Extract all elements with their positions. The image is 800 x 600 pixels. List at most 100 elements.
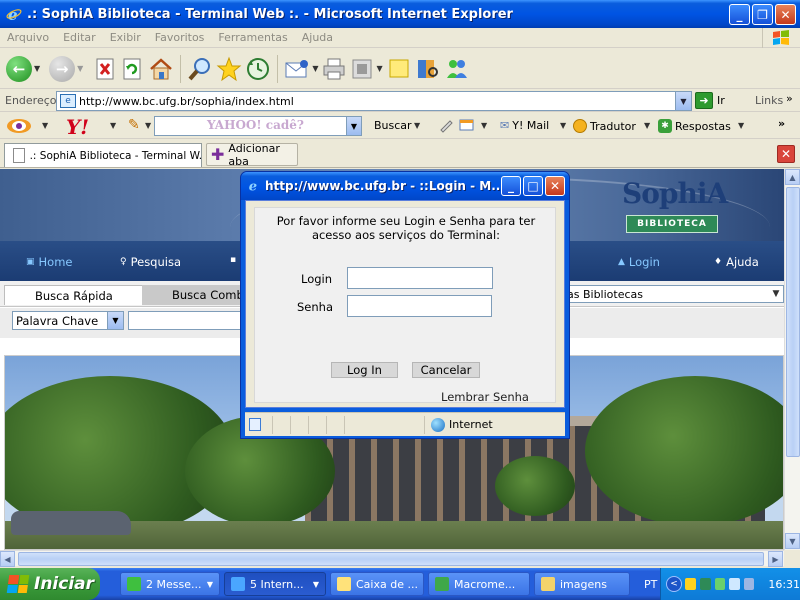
restore-button[interactable]: ❐ bbox=[752, 4, 773, 25]
task-imagens[interactable]: imagens bbox=[534, 572, 630, 596]
tray-icon-5[interactable] bbox=[743, 578, 755, 590]
login-button[interactable]: Log In bbox=[331, 362, 398, 378]
language-bar-icon[interactable]: < bbox=[666, 576, 682, 592]
browser-title-bar[interactable]: e .: SophiA Biblioteca - Terminal Web :.… bbox=[0, 0, 800, 28]
popup-title-bar[interactable]: e http://www.bc.ufg.br - ::Login - M... … bbox=[241, 172, 569, 200]
respostas-button[interactable]: ✱ Respostas bbox=[658, 119, 731, 133]
forward-button[interactable]: → ▼ bbox=[49, 52, 83, 86]
libraries-select[interactable]: as Bibliotecas ▼ bbox=[556, 285, 784, 303]
tradutor-dropdown-icon[interactable]: ▼ bbox=[644, 121, 650, 130]
stop-button[interactable] bbox=[94, 52, 118, 86]
messenger-icon bbox=[127, 577, 141, 591]
start-button[interactable]: Iniciar bbox=[0, 568, 100, 600]
task-dropdown-icon: ▼ bbox=[206, 579, 213, 589]
pencil-tool-icon[interactable] bbox=[438, 117, 454, 133]
scroll-down-icon[interactable]: ▼ bbox=[785, 533, 800, 549]
edit-dropdown-icon[interactable]: ▼ bbox=[376, 64, 382, 73]
popup-maximize-button[interactable]: □ bbox=[523, 176, 543, 196]
home-button[interactable] bbox=[148, 52, 174, 86]
forward-dropdown-icon[interactable]: ▼ bbox=[77, 64, 83, 73]
yahoo-chevron-icon[interactable]: » bbox=[778, 117, 785, 130]
task-messenger[interactable]: 2 Messe... ▼ bbox=[120, 572, 220, 596]
add-tab-button[interactable]: ✚ Adicionar aba bbox=[206, 142, 298, 168]
vertical-scrollbar[interactable]: ▲ ▼ bbox=[784, 169, 800, 550]
tray-icon-4[interactable] bbox=[729, 578, 740, 590]
scroll-right-icon[interactable]: ▶ bbox=[768, 551, 783, 567]
internet-explorer-icon bbox=[231, 577, 245, 591]
mail-dropdown-icon[interactable]: ▼ bbox=[312, 64, 318, 73]
task-inbox[interactable]: Caixa de ... bbox=[330, 572, 424, 596]
research-button[interactable] bbox=[415, 52, 441, 86]
nav-home[interactable]: ▣ Home bbox=[26, 255, 72, 269]
address-dropdown-icon[interactable]: ▼ bbox=[675, 92, 691, 110]
highlight-tool-icon[interactable]: ▼ bbox=[458, 117, 487, 133]
language-indicator[interactable]: PT bbox=[644, 578, 657, 591]
close-window-button[interactable]: ✕ bbox=[775, 4, 796, 25]
links-label[interactable]: Links bbox=[755, 94, 783, 107]
horizontal-scroll-thumb[interactable] bbox=[18, 552, 764, 566]
favorites-button[interactable] bbox=[216, 52, 242, 86]
nav-login[interactable]: ▲ Login bbox=[618, 255, 660, 269]
popup-close-button[interactable]: ✕ bbox=[545, 176, 565, 196]
nav-pesquisa[interactable]: ♀ Pesquisa bbox=[120, 255, 181, 269]
keyword-input[interactable] bbox=[128, 311, 244, 330]
task-macromedia[interactable]: Macrome... bbox=[428, 572, 530, 596]
menu-ajuda[interactable]: Ajuda bbox=[295, 31, 340, 44]
yahoo-search-input[interactable]: YAHOO! cadê? ▼ bbox=[154, 116, 362, 136]
nav-user-icon[interactable]: ▪ bbox=[230, 255, 236, 265]
tradutor-button[interactable]: Tradutor bbox=[573, 119, 636, 133]
buscar-dropdown-icon[interactable]: ▼ bbox=[414, 121, 420, 130]
menu-exibir[interactable]: Exibir bbox=[103, 31, 148, 44]
menu-arquivo[interactable]: Arquivo bbox=[0, 31, 56, 44]
yahoo-logo[interactable]: Y! bbox=[66, 115, 89, 139]
keyword-type-select[interactable]: Palavra Chave ▼ bbox=[12, 311, 124, 330]
yahoo-eye-icon[interactable] bbox=[6, 117, 34, 135]
yahoo-logo-dropdown-icon[interactable]: ▼ bbox=[110, 121, 116, 130]
messenger-button[interactable] bbox=[444, 52, 470, 86]
print-button[interactable] bbox=[321, 52, 347, 86]
discuss-button[interactable] bbox=[386, 52, 412, 86]
scroll-left-icon[interactable]: ◀ bbox=[0, 551, 15, 567]
search-button[interactable] bbox=[187, 52, 213, 86]
horizontal-scrollbar[interactable]: ◀ ▶ bbox=[0, 550, 784, 567]
back-button[interactable]: ← ▼ bbox=[6, 52, 40, 86]
links-chevron-icon[interactable]: » bbox=[786, 92, 793, 105]
tray-icon-2[interactable] bbox=[699, 578, 711, 590]
cancel-button[interactable]: Cancelar bbox=[412, 362, 480, 378]
senha-input[interactable] bbox=[347, 295, 492, 317]
tray-icon-3[interactable] bbox=[714, 578, 726, 590]
menu-favoritos[interactable]: Favoritos bbox=[148, 31, 212, 44]
mail-button[interactable]: ▼ bbox=[284, 52, 318, 86]
buscar-button[interactable]: Buscar bbox=[374, 119, 412, 132]
vertical-scroll-thumb[interactable] bbox=[786, 187, 800, 457]
tradutor-label: Tradutor bbox=[590, 119, 636, 133]
menu-ferramentas[interactable]: Ferramentas bbox=[211, 31, 294, 44]
edit-button[interactable]: ▼ bbox=[350, 52, 383, 86]
minimize-button[interactable]: _ bbox=[729, 4, 750, 25]
nav-ajuda[interactable]: ♦ Ajuda bbox=[714, 255, 759, 269]
pencil-icon[interactable]: ✎ bbox=[128, 117, 140, 133]
yahoo-mail-dropdown-icon[interactable]: ▼ bbox=[560, 121, 566, 130]
remember-password-link[interactable]: Lembrar Senha bbox=[441, 390, 529, 404]
menu-editar[interactable]: Editar bbox=[56, 31, 103, 44]
popup-minimize-button[interactable]: _ bbox=[501, 176, 521, 196]
yahoo-mail-button[interactable]: ✉ Y! Mail bbox=[500, 119, 549, 132]
tray-icon-1[interactable] bbox=[685, 578, 696, 590]
go-button[interactable]: ➜ Ir bbox=[695, 92, 725, 109]
scroll-up-icon[interactable]: ▲ bbox=[785, 169, 800, 185]
login-popup-window: e http://www.bc.ufg.br - ::Login - M... … bbox=[240, 171, 570, 439]
login-input[interactable] bbox=[347, 267, 493, 289]
refresh-button[interactable] bbox=[121, 52, 145, 86]
task-internet-explorer[interactable]: 5 Intern... ▼ bbox=[224, 572, 326, 596]
address-input[interactable]: e http://www.bc.ufg.br/sophia/index.html… bbox=[56, 91, 692, 111]
respostas-dropdown-icon[interactable]: ▼ bbox=[738, 121, 744, 130]
yahoo-eye-dropdown-icon[interactable]: ▼ bbox=[42, 121, 48, 130]
tab-sophia[interactable]: .: SophiA Biblioteca - Terminal W... bbox=[4, 143, 202, 167]
back-dropdown-icon[interactable]: ▼ bbox=[34, 64, 40, 73]
yahoo-search-dropdown-icon[interactable]: ▼ bbox=[346, 117, 361, 135]
close-tab-button[interactable]: ✕ bbox=[777, 145, 795, 163]
tab-busca-rapida[interactable]: Busca Rápida bbox=[4, 285, 144, 305]
pencil-dropdown-icon[interactable]: ▼ bbox=[145, 121, 151, 130]
history-button[interactable] bbox=[245, 52, 271, 86]
internet-explorer-icon: e bbox=[247, 178, 261, 195]
